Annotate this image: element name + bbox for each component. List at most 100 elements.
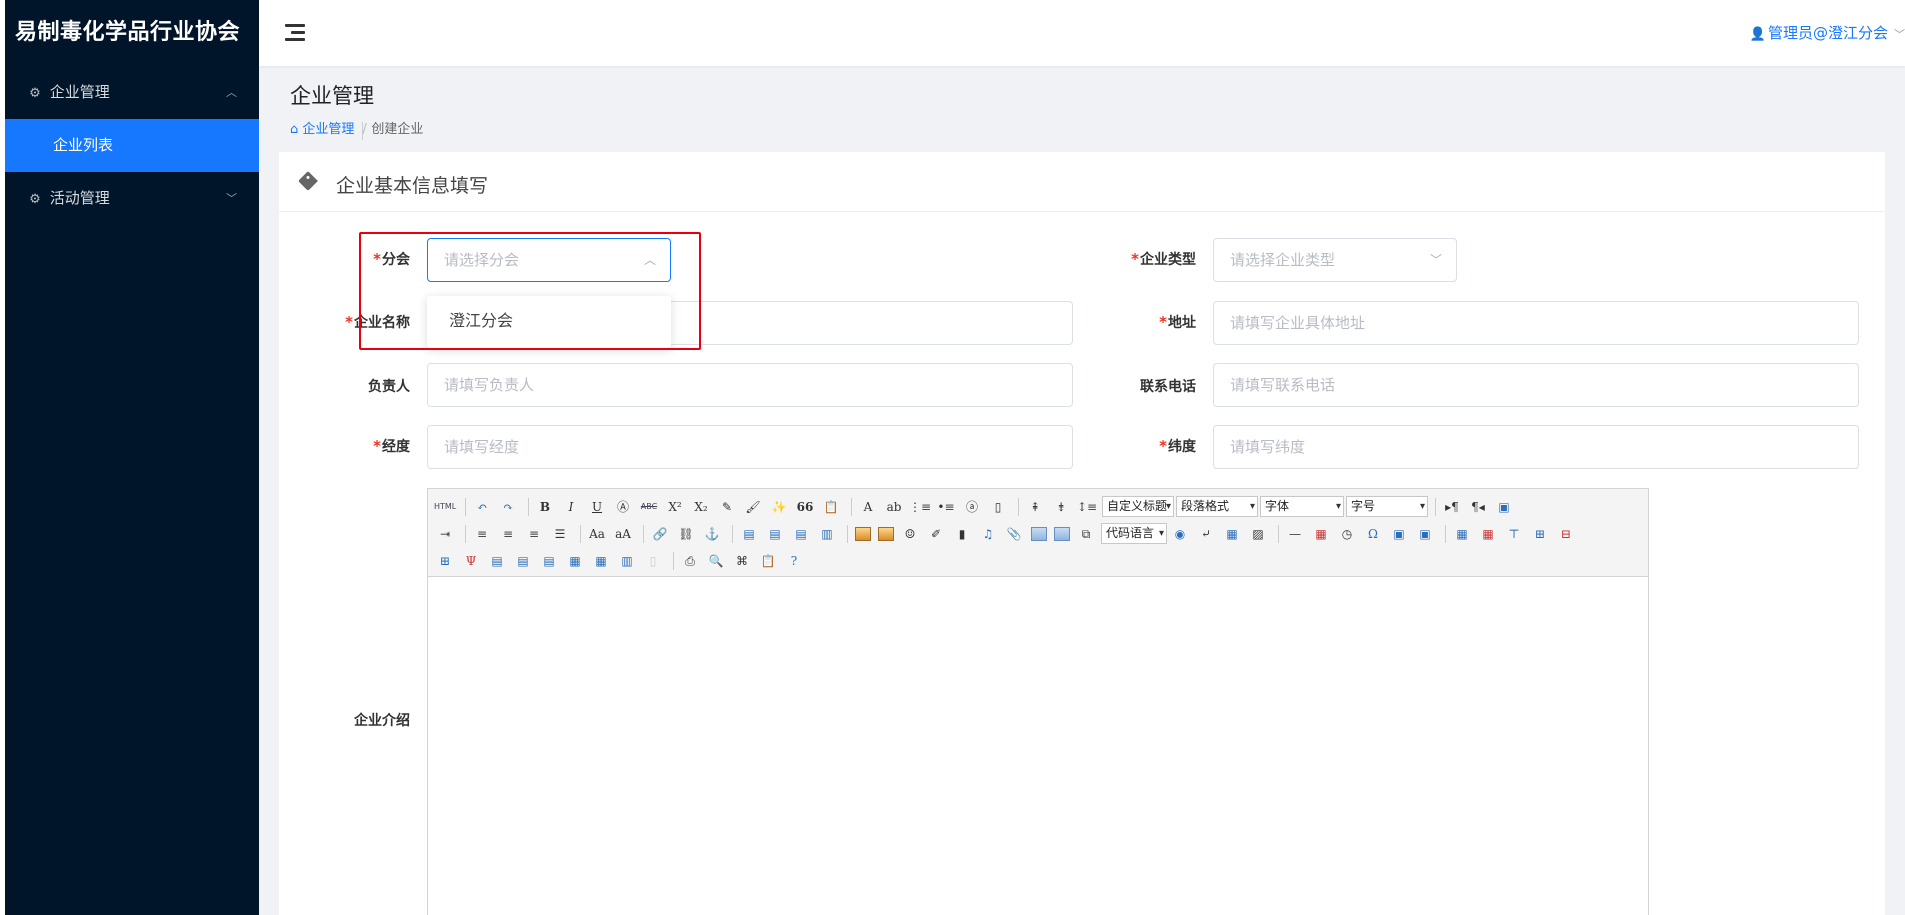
custom-title-select[interactable]: 自定义标题	[1102, 496, 1174, 517]
uppercase-icon[interactable]: Aa	[586, 524, 608, 544]
sidebar-group-company[interactable]: ⚙ 企业管理 ︿	[5, 66, 259, 119]
scrawl-icon[interactable]: ✐	[925, 524, 947, 544]
font-border-icon[interactable]: Ⓐ	[612, 497, 634, 517]
special-char-button[interactable]: Ω	[1362, 524, 1384, 544]
align-left-icon[interactable]: ≡	[471, 524, 493, 544]
ordered-list-icon[interactable]: ⋮≡	[909, 497, 931, 517]
anchor-icon[interactable]: ⚓	[701, 524, 723, 544]
insert-frame-icon[interactable]: ⧉	[1075, 524, 1097, 544]
company-type-select[interactable]: 请选择企业类型 ﹀	[1213, 238, 1457, 282]
phone-input[interactable]: 请填写联系电话	[1213, 363, 1859, 407]
page-break-icon[interactable]: ⤶	[1195, 524, 1217, 544]
blockquote-button[interactable]: 66	[794, 497, 816, 517]
unordered-list-icon[interactable]: •≡	[935, 497, 957, 517]
merge-down-icon[interactable]: ▤	[538, 551, 560, 571]
split-cells-icon[interactable]: ▦	[564, 551, 586, 571]
delete-row-icon[interactable]: ⊟	[1555, 524, 1577, 544]
horizontal-rule-button[interactable]: —	[1284, 524, 1306, 544]
image-right-icon[interactable]: ▤	[790, 524, 812, 544]
emotion-icon[interactable]: ☺	[899, 524, 921, 544]
select-all-icon[interactable]: ⓐ	[961, 497, 983, 517]
wordimage-icon[interactable]: ▣	[1388, 524, 1410, 544]
help-icon[interactable]: ?	[783, 551, 805, 571]
menu-toggle-icon[interactable]	[285, 24, 305, 42]
italic-button[interactable]: I	[560, 497, 582, 517]
branch-select[interactable]: 请选择分会 ︿	[427, 238, 671, 282]
eraser-icon[interactable]: ✎	[716, 497, 738, 517]
font-color-button[interactable]: A	[857, 497, 879, 517]
cell-props-icon[interactable]: ▯	[642, 551, 664, 571]
auto-format-icon[interactable]: ✨	[768, 497, 790, 517]
image-center-icon[interactable]: ▥	[816, 524, 838, 544]
music-icon[interactable]: ♫	[977, 524, 999, 544]
undo-icon[interactable]: ↶	[471, 497, 493, 517]
breadcrumb-home[interactable]: ⌂ 企业管理	[290, 122, 354, 137]
superscript-button[interactable]: X²	[664, 497, 686, 517]
merge-right-icon[interactable]: ▤	[512, 551, 534, 571]
insert-image-icon[interactable]	[878, 526, 894, 541]
split-rows-icon[interactable]: ▦	[590, 551, 612, 571]
gmap-icon[interactable]	[1054, 526, 1070, 541]
merge-cells-icon[interactable]: ▤	[486, 551, 508, 571]
editor-content-area[interactable]	[428, 577, 1648, 915]
paste-text-icon[interactable]: 📋	[820, 497, 842, 517]
image-left-icon[interactable]: ▤	[764, 524, 786, 544]
clear-doc-icon[interactable]: ▯	[987, 497, 1009, 517]
code-language-select[interactable]: 代码语言	[1101, 523, 1167, 544]
insert-video-icon[interactable]: ▮	[951, 524, 973, 544]
search-replace-icon[interactable]: ▣	[1414, 524, 1436, 544]
underline-button[interactable]: U	[586, 497, 608, 517]
longitude-input[interactable]: 请填写经度	[427, 425, 1073, 469]
direction-ltr-icon[interactable]: ▸¶	[1441, 497, 1463, 517]
time-icon[interactable]: ◷	[1336, 524, 1358, 544]
indent-icon[interactable]: ⇥	[434, 524, 456, 544]
latitude-input[interactable]: 请填写纬度	[1213, 425, 1859, 469]
row-spacing-bottom-icon[interactable]: ⇟	[1050, 497, 1072, 517]
split-cols-icon[interactable]: ▥	[616, 551, 638, 571]
bold-button[interactable]: B	[534, 497, 556, 517]
align-justify-icon[interactable]: ☰	[549, 524, 571, 544]
drafts-icon[interactable]: 📋	[757, 551, 779, 571]
strikethrough-button[interactable]: ABC	[638, 497, 660, 517]
paragraph-format-select[interactable]: 段落格式	[1176, 496, 1258, 517]
search-replace-binoculars-icon[interactable]: ⌘	[731, 551, 753, 571]
insert-code-icon[interactable]: ◉	[1169, 524, 1191, 544]
format-brush-icon[interactable]: 🖌	[742, 497, 764, 517]
font-family-select[interactable]: 字体	[1260, 496, 1344, 517]
preview-icon[interactable]: ▣	[1493, 497, 1515, 517]
sidebar-group-activity[interactable]: ⚙ 活动管理 ﹀	[5, 172, 259, 225]
owner-input[interactable]: 请填写负责人	[427, 363, 1073, 407]
sidebar-item-company-list[interactable]: 企业列表	[5, 119, 259, 172]
delete-table-icon[interactable]: ▦	[1477, 524, 1499, 544]
background-icon[interactable]: ▨	[1247, 524, 1269, 544]
direction-rtl-icon[interactable]: ¶◂	[1467, 497, 1489, 517]
map-icon[interactable]	[1031, 526, 1047, 541]
line-height-icon[interactable]: ↕≡	[1076, 497, 1098, 517]
redo-icon[interactable]: ↷	[497, 497, 519, 517]
html-source-button[interactable]: HTML	[434, 497, 456, 517]
background-color-icon[interactable]: ab	[883, 497, 905, 517]
preview-search-icon[interactable]: 🔍	[705, 551, 727, 571]
row-spacing-top-icon[interactable]: ⇞	[1024, 497, 1046, 517]
unlink-icon[interactable]: ⛓	[675, 524, 697, 544]
insert-col-icon[interactable]: ⊞	[434, 551, 456, 571]
address-input[interactable]: 请填写企业具体地址	[1213, 301, 1859, 345]
simple-upload-icon[interactable]	[855, 526, 871, 541]
image-none-icon[interactable]: ▤	[738, 524, 760, 544]
insert-table-icon[interactable]: ▦	[1451, 524, 1473, 544]
date-icon[interactable]: ▦	[1310, 524, 1332, 544]
lowercase-icon[interactable]: aA	[612, 524, 634, 544]
insert-paragraph-before-table-icon[interactable]: ⊤	[1503, 524, 1525, 544]
align-center-icon[interactable]: ≡	[497, 524, 519, 544]
branch-option[interactable]: 澄江分会	[427, 296, 671, 346]
insert-row-icon[interactable]: ⊞	[1529, 524, 1551, 544]
link-icon[interactable]: 🔗	[649, 524, 671, 544]
user-menu[interactable]: 👤 管理员@澄江分会 ﹀	[1750, 22, 1905, 43]
font-size-select[interactable]: 字号	[1346, 496, 1428, 517]
subscript-button[interactable]: X₂	[690, 497, 712, 517]
print-icon[interactable]: ⎙	[679, 551, 701, 571]
align-right-icon[interactable]: ≡	[523, 524, 545, 544]
delete-col-icon[interactable]: Ψ	[460, 551, 482, 571]
template-icon[interactable]: ▦	[1221, 524, 1243, 544]
attachment-icon[interactable]: 📎	[1003, 524, 1025, 544]
